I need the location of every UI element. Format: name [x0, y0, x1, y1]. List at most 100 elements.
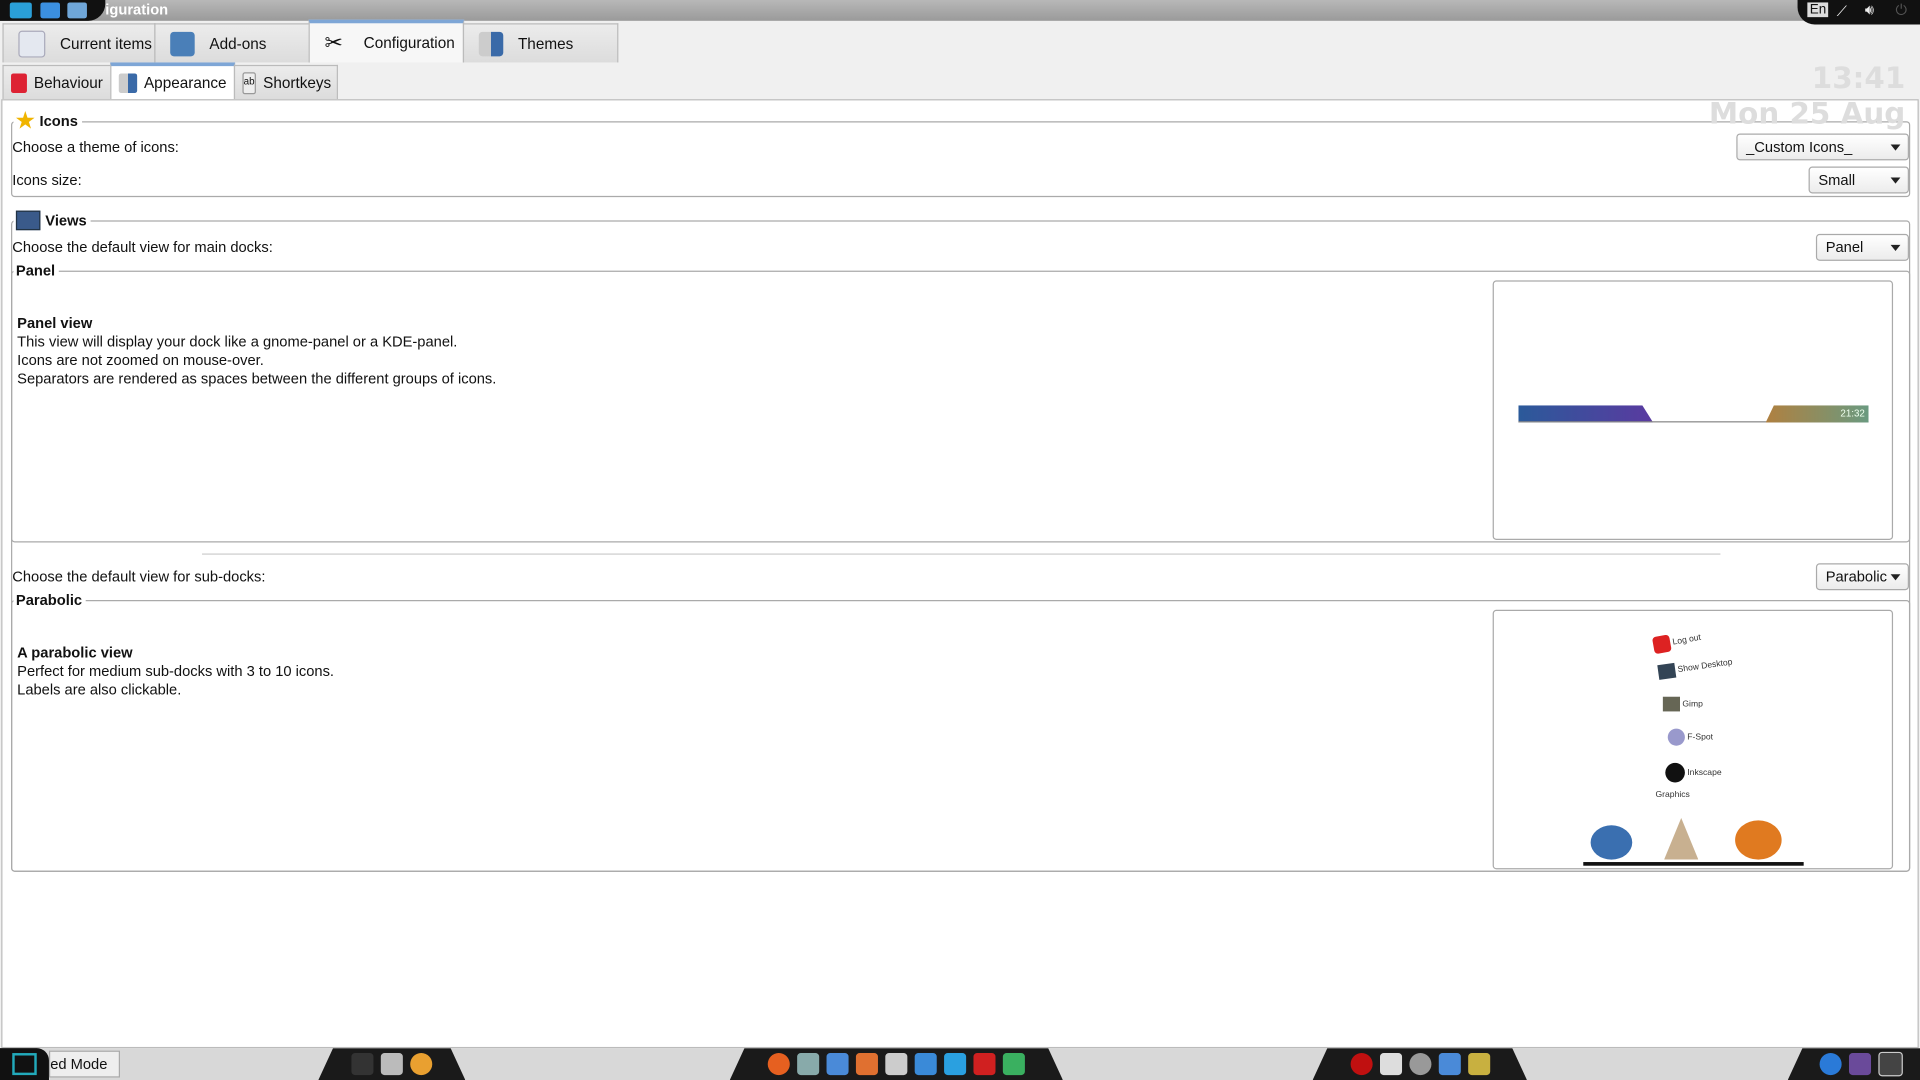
chevron-down-icon: [1890, 574, 1901, 581]
app-icon[interactable]: [1003, 1053, 1025, 1075]
tab-label: Add-ons: [209, 34, 267, 53]
document-icon: [18, 30, 46, 57]
storage-icon[interactable]: [381, 1053, 403, 1075]
preview-label: Graphics: [1655, 791, 1690, 800]
preview-item: Show Desktop: [1657, 655, 1733, 680]
desktop-clock: 13:41 Mon 25 Aug: [1709, 61, 1905, 132]
views-group-title: Views: [13, 209, 91, 232]
swiss-knife-icon: [11, 72, 27, 93]
network-icon[interactable]: ⟋: [1837, 2, 1847, 20]
start-menu-button[interactable]: [0, 1048, 49, 1080]
icons-group-title: ★ Icons: [13, 108, 82, 133]
calculator-icon[interactable]: [885, 1053, 907, 1075]
parabolic-group-title: Parabolic: [13, 591, 86, 609]
tab-label: Behaviour: [33, 74, 103, 92]
files-icon[interactable]: [856, 1053, 878, 1075]
language-indicator[interactable]: En: [1807, 2, 1829, 18]
preview-item: Log out: [1651, 629, 1702, 655]
dock-group-2: [730, 1048, 1063, 1080]
icon-size-label: Icons size:: [12, 171, 82, 189]
panel-preview-image: 21:32: [1492, 280, 1894, 541]
preview-clock: 21:32: [1840, 407, 1865, 419]
image-icon[interactable]: [1468, 1053, 1490, 1075]
icon-size-select[interactable]: Small: [1808, 166, 1909, 194]
home-folder-icon[interactable]: [40, 2, 61, 19]
tab-label: Themes: [517, 34, 574, 53]
desc-line: Icons are not zoomed on mouse-over.: [17, 351, 264, 369]
show-desktop-icon[interactable]: [1878, 1051, 1903, 1077]
keys-icon: ab: [242, 71, 256, 94]
monitor-icon: [15, 210, 41, 231]
clock-date: Mon 25 Aug: [1708, 96, 1906, 132]
icon-theme-select[interactable]: _Custom Icons_: [1736, 133, 1909, 161]
tab-appearance[interactable]: Appearance: [110, 62, 236, 100]
accessibility-icon[interactable]: [1819, 1053, 1842, 1076]
tab-configuration[interactable]: ✂︎ Configuration: [308, 19, 465, 63]
tools-icon: ✂︎: [324, 30, 343, 56]
chevron-down-icon: [1890, 144, 1901, 151]
chevron-down-icon: [1890, 177, 1901, 184]
tab-label: Appearance: [143, 74, 227, 92]
search-icon[interactable]: [1409, 1053, 1431, 1075]
shirt-icon: [118, 72, 137, 93]
shirt-icon: [478, 31, 504, 56]
toolbox-icon: [170, 31, 195, 56]
parabolic-description: A parabolic view Perfect for medium sub-…: [17, 644, 334, 699]
preview-panel-left: [1518, 405, 1654, 423]
power-icon[interactable]: ⏻: [1896, 1, 1908, 19]
taskbar: ed Mode: [0, 1048, 1920, 1080]
editor-icon[interactable]: [1379, 1053, 1401, 1075]
tab-label: Current items: [60, 34, 152, 53]
preview-item: Gimp: [1662, 696, 1703, 712]
zorin-logo-icon: [12, 1053, 37, 1076]
tab-current-items[interactable]: Current items: [2, 23, 156, 63]
panel-desc-title: Panel view: [17, 314, 93, 332]
window-title: iguration: [105, 1, 169, 19]
system-tray: En ⟋ 🔊︎ ⏻: [1797, 0, 1920, 25]
desc-line: Separators are rendered as spaces betwee…: [17, 369, 497, 387]
tab-shortkeys[interactable]: ab Shortkeys: [233, 64, 338, 100]
top-left-launcher: [0, 0, 106, 21]
preview-item: F-Spot: [1667, 728, 1713, 746]
preview-panel-right: 21:32: [1765, 405, 1869, 423]
tab-add-ons[interactable]: Add-ons: [154, 23, 310, 63]
main-dock-view-select[interactable]: Panel: [1815, 233, 1909, 261]
display-icon[interactable]: [915, 1053, 937, 1075]
appearance-panel: ★ Icons Choose a theme of icons: _Custom …: [1, 99, 1919, 1049]
zorin-logo-icon[interactable]: [9, 2, 32, 19]
clock-time: 13:41: [1811, 61, 1906, 96]
tab-label: Shortkeys: [263, 74, 332, 92]
panel-description: Panel view This view will display your d…: [17, 315, 496, 388]
icons-group: [11, 121, 1911, 198]
separator: [202, 553, 1721, 555]
terminal-icon[interactable]: [351, 1053, 373, 1075]
main-dock-view-label: Choose the default view for main docks:: [12, 238, 273, 256]
star-icon: ★: [15, 108, 35, 133]
software-icon[interactable]: [944, 1053, 966, 1075]
firefox-icon[interactable]: [768, 1053, 790, 1075]
parabolic-preview-image: Log out Show Desktop Gimp F-Spot Inkscap…: [1492, 609, 1894, 870]
app-icon[interactable]: [410, 1053, 432, 1075]
screen: iguration En ⟋ 🔊︎ ⏻ Current items Add-on…: [0, 0, 1920, 1080]
settings-icon[interactable]: [797, 1053, 819, 1075]
panel-group-title: Panel: [13, 262, 59, 280]
preview-item: Inkscape: [1665, 762, 1722, 783]
dock-group-4: [1787, 1048, 1920, 1080]
desc-line: This view will display your dock like a …: [17, 333, 458, 351]
window-titlebar: iguration: [0, 0, 1920, 21]
file-manager-icon[interactable]: [67, 2, 87, 19]
icon-theme-label: Choose a theme of icons:: [12, 138, 179, 156]
workspace-icon[interactable]: [1848, 1053, 1872, 1076]
tab-behaviour[interactable]: Behaviour: [2, 64, 112, 100]
folder-icon[interactable]: [1438, 1053, 1460, 1075]
volume-icon[interactable]: 🔊︎: [1865, 1, 1874, 19]
preview-dock: [1583, 813, 1804, 866]
opera-icon[interactable]: [1350, 1053, 1372, 1075]
mode-button[interactable]: ed Mode: [48, 1050, 121, 1078]
dock-group-3: [1313, 1048, 1527, 1080]
sub-dock-view-label: Choose the default view for sub-docks:: [12, 568, 266, 586]
sub-dock-view-select[interactable]: Parabolic: [1815, 563, 1909, 591]
flash-icon[interactable]: [973, 1053, 995, 1075]
chat-icon[interactable]: [827, 1053, 849, 1075]
tab-themes[interactable]: Themes: [462, 23, 619, 63]
